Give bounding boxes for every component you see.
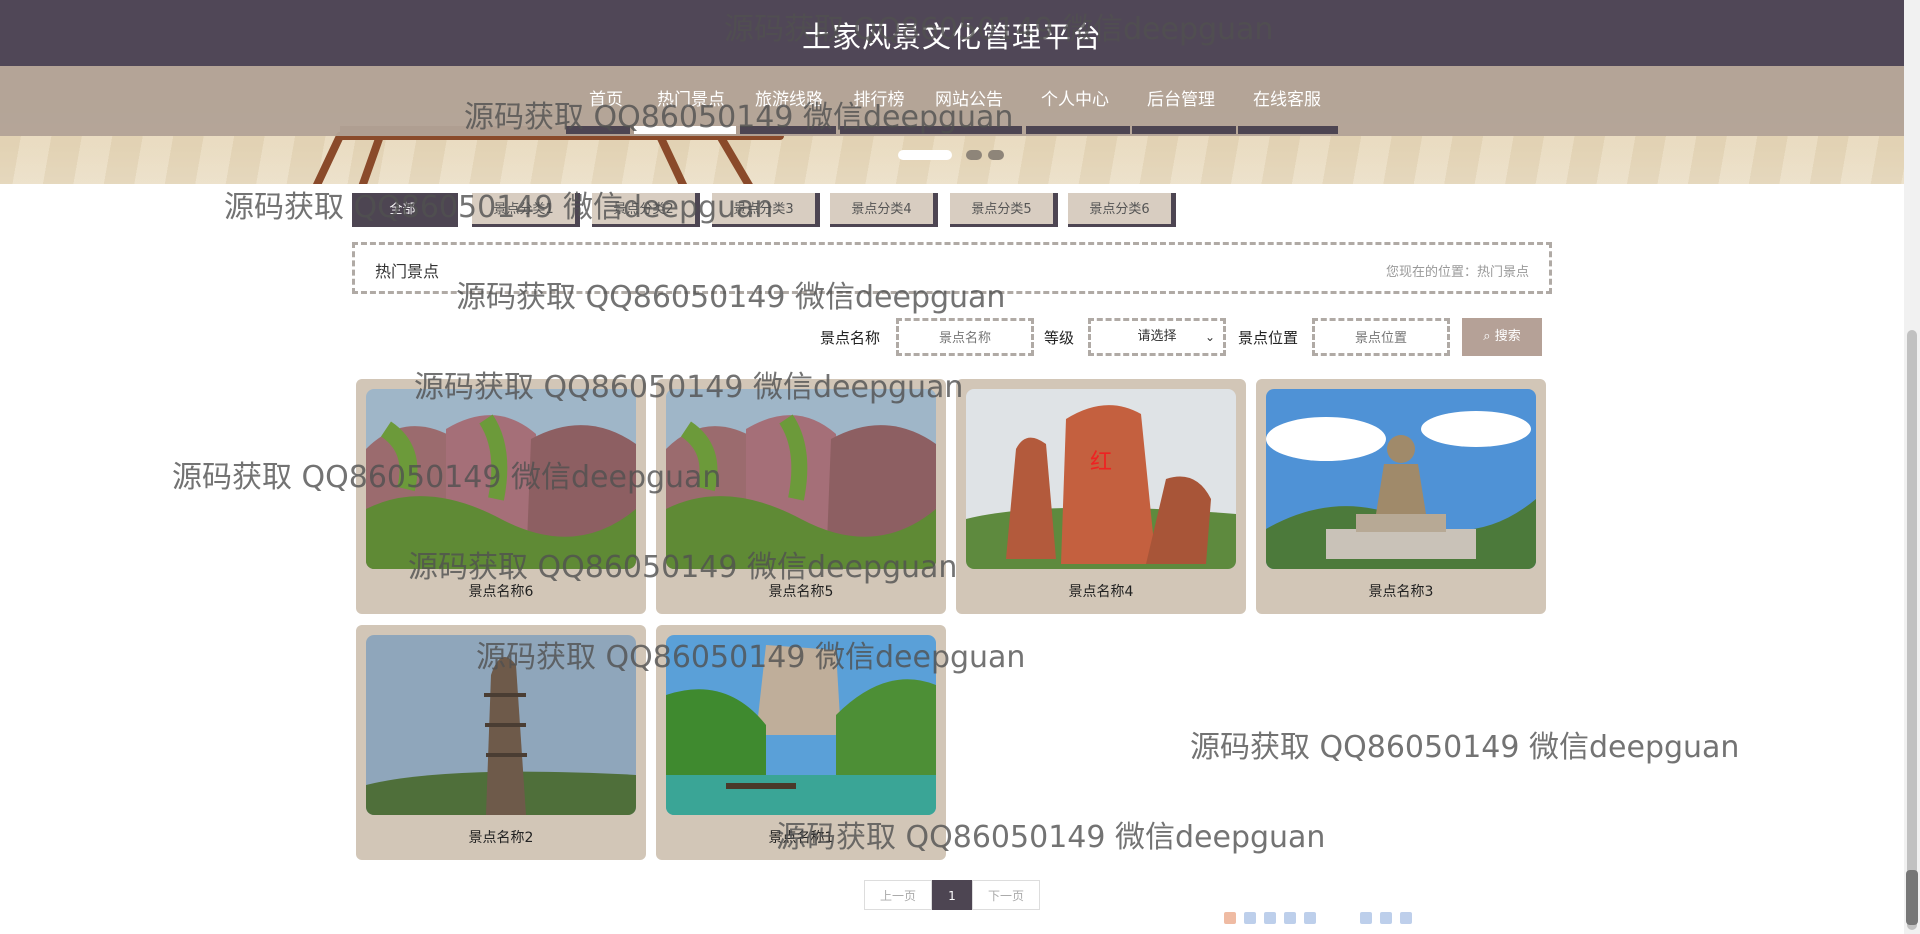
spot-image[interactable] [366,635,636,815]
toolbar-icon[interactable] [1244,912,1256,924]
page-button-1[interactable]: 1 [932,880,972,910]
nav-item-ranking[interactable]: 排行榜 [844,84,914,116]
svg-text:红: 红 [1090,450,1112,475]
nav-item-home[interactable]: 首页 [576,84,636,116]
toolbar-icon[interactable] [1284,912,1296,924]
breadcrumb: 热门景点 您现在的位置：热门景点 [352,242,1552,294]
toolbar-icon[interactable] [1360,912,1372,924]
prev-page-button[interactable]: 上一页 [864,880,932,910]
spot-card[interactable]: 景点名称5 [656,379,946,614]
nav-item-announcements[interactable]: 网站公告 [926,84,1012,116]
spot-card[interactable]: 红 景点名称4 [956,379,1246,614]
spot-card[interactable]: 景点名称6 [356,379,646,614]
spot-name[interactable]: 景点名称2 [356,827,646,847]
carousel-dot[interactable] [966,150,982,160]
toolbar-icon[interactable] [1304,912,1316,924]
watermark: 源码获取 QQ86050149 微信deepguan [1190,730,1740,765]
spot-card[interactable]: 景点名称2 [356,625,646,860]
nav-underline-personal [1026,126,1130,134]
category-tab-4[interactable]: 景点分类4 [830,193,938,227]
spot-card[interactable]: 景点名称1 [656,625,946,860]
site-header: 土家风景文化管理平台 [0,0,1904,66]
spot-image[interactable] [666,389,936,569]
spot-name-label: 景点名称 [820,329,881,347]
category-tab-2[interactable]: 景点分类2 [592,193,700,227]
chevron-down-icon: ⌄ [1204,330,1215,344]
nav-underline-routes [740,126,836,134]
nav-item-tour-routes[interactable]: 旅游线路 [746,84,832,116]
nav-item-hot-spots[interactable]: 热门景点 [648,84,734,116]
spot-name-input[interactable] [896,318,1034,356]
spot-name[interactable]: 景点名称5 [656,581,946,601]
nav-underline-admin [1132,126,1236,134]
spot-name[interactable]: 景点名称3 [1256,581,1546,601]
search-icon: ⌕ [1483,329,1491,344]
category-tab-1[interactable]: 景点分类1 [472,193,580,227]
level-select[interactable]: 请选择 ⌄ [1088,318,1226,356]
spot-image[interactable]: 红 [966,389,1236,569]
toolbar-icon[interactable] [1400,912,1412,924]
scrollbar-handle[interactable] [1906,870,1918,925]
spot-name[interactable]: 景点名称1 [656,827,946,847]
toolbar-icon[interactable] [1380,912,1392,924]
nav-item-personal-center[interactable]: 个人中心 [1032,84,1118,116]
spot-image[interactable] [1266,389,1536,569]
nav-underline-ranking [840,126,1022,134]
category-tab-5[interactable]: 景点分类5 [950,193,1058,227]
site-title: 土家风景文化管理平台 [801,20,1102,54]
nav-underline-service [1238,126,1338,134]
category-tab-3[interactable]: 景点分类3 [712,193,820,227]
page-scrollbar[interactable] [1904,0,1920,934]
nav-underline-active [634,126,736,134]
spot-name[interactable]: 景点名称6 [356,581,646,601]
toolbar-logo-icon[interactable] [1224,912,1236,924]
breadcrumb-location: 您现在的位置：热门景点 [1385,265,1529,280]
main-nav: 首页 热门景点 旅游线路 排行榜 网站公告 个人中心 后台管理 在线客服 [0,66,1904,136]
carousel-dot-active[interactable] [898,150,952,160]
toolbar-icon[interactable] [1264,912,1276,924]
next-page-button[interactable]: 下一页 [972,880,1040,910]
level-select-value: 请选择 [1137,329,1177,344]
spot-name[interactable]: 景点名称4 [956,581,1246,601]
spot-card[interactable]: 景点名称3 [1256,379,1546,614]
nav-item-admin[interactable]: 后台管理 [1138,84,1224,116]
level-label: 等级 [1044,329,1075,347]
carousel-dot[interactable] [988,150,1004,160]
nav-item-online-service[interactable]: 在线客服 [1244,84,1330,116]
page-title: 热门景点 [375,262,440,281]
spot-image[interactable] [666,635,936,815]
spot-location-input[interactable] [1312,318,1450,356]
search-button-label: 搜索 [1494,329,1521,344]
search-button[interactable]: ⌕ 搜索 [1462,318,1542,356]
spot-location-label: 景点位置 [1238,329,1299,347]
nav-underline-home [566,126,630,134]
spot-image[interactable] [366,389,636,569]
category-tab-6[interactable]: 景点分类6 [1068,193,1176,227]
scrollbar-thumb[interactable] [1907,330,1917,930]
category-tab-all[interactable]: 全部 [352,193,458,227]
